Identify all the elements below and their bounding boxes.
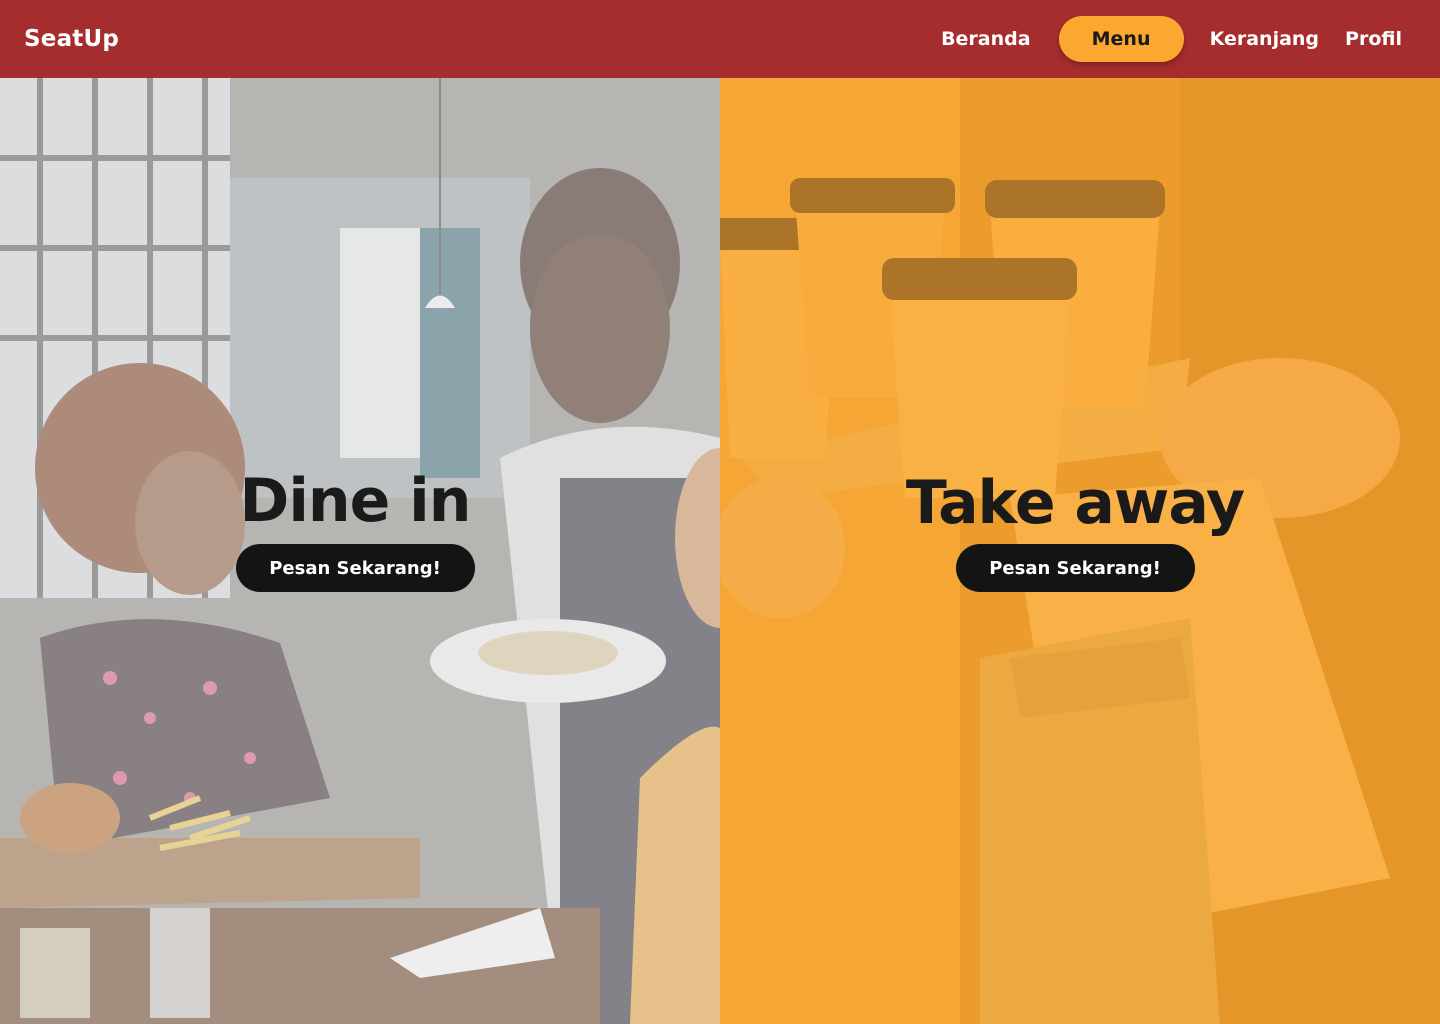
nav-beranda[interactable]: Beranda (941, 28, 1031, 50)
top-navbar: SeatUp Beranda Menu Keranjang Profil (0, 0, 1440, 78)
take-away-title: Take away (905, 468, 1245, 538)
dine-in-panel: Dine in Pesan Sekarang! (0, 78, 720, 1024)
take-away-panel: Take away Pesan Sekarang! (720, 78, 1440, 1024)
nav-keranjang[interactable]: Keranjang (1210, 28, 1319, 50)
dine-in-order-button[interactable]: Pesan Sekarang! (235, 544, 475, 592)
take-away-order-button[interactable]: Pesan Sekarang! (955, 544, 1195, 592)
dine-in-title: Dine in (239, 466, 472, 536)
brand-logo[interactable]: SeatUp (24, 26, 119, 52)
take-away-cta: Take away Pesan Sekarang! (855, 468, 1295, 592)
nav-menu[interactable]: Menu (1058, 16, 1184, 62)
dine-in-cta: Dine in Pesan Sekarang! (200, 466, 510, 592)
main-nav: Beranda Menu Keranjang Profil (941, 0, 1416, 78)
nav-profil[interactable]: Profil (1345, 28, 1402, 50)
